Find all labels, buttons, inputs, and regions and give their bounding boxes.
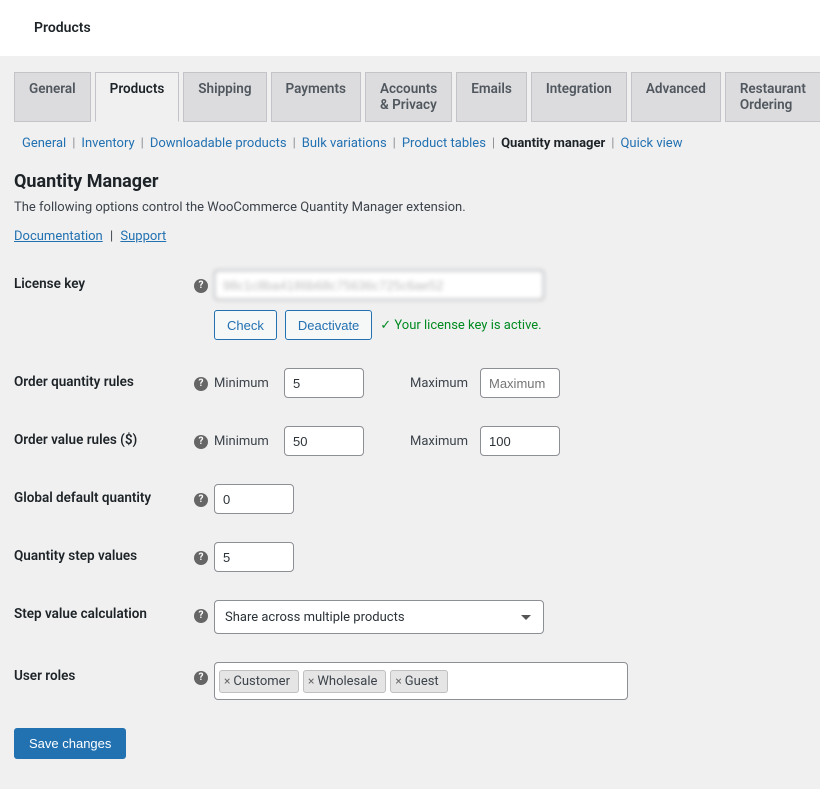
support-link[interactable]: Support: [120, 229, 166, 244]
role-tag-label: Customer: [233, 674, 290, 689]
help-icon[interactable]: ?: [194, 377, 208, 391]
qty-min-input[interactable]: [284, 368, 364, 398]
separator: |: [72, 136, 75, 151]
license-status: Your license key is active.: [380, 318, 541, 333]
label-minimum: Minimum: [214, 434, 276, 449]
label-quantity-step-values: Quantity step values: [14, 542, 194, 564]
user-roles-select[interactable]: × Customer × Wholesale × Guest: [214, 662, 628, 700]
check-button[interactable]: Check: [214, 310, 277, 340]
row-order-quantity-rules: Order quantity rules ? Minimum Maximum: [14, 368, 806, 398]
help-icon[interactable]: ?: [194, 279, 208, 293]
role-tag: × Customer: [219, 670, 299, 693]
subtab-general[interactable]: General: [22, 136, 66, 151]
separator: |: [393, 136, 396, 151]
top-tabs: General Products Shipping Payments Accou…: [14, 72, 806, 122]
separator: |: [492, 136, 495, 151]
tab-accounts-privacy[interactable]: Accounts & Privacy: [365, 72, 452, 122]
label-maximum: Maximum: [410, 434, 472, 449]
documentation-link[interactable]: Documentation: [14, 229, 103, 244]
global-default-input[interactable]: [214, 484, 294, 514]
tab-general[interactable]: General: [14, 72, 91, 122]
section-title: Quantity Manager: [14, 171, 806, 192]
label-minimum: Minimum: [214, 376, 276, 391]
separator: |: [110, 229, 113, 244]
license-key-input[interactable]: [214, 270, 544, 300]
step-value-input[interactable]: [214, 542, 294, 572]
help-icon[interactable]: ?: [194, 435, 208, 449]
subtab-quick-view[interactable]: Quick view: [620, 136, 682, 151]
help-icon-wrap: ?: [194, 270, 214, 293]
tab-restaurant-ordering[interactable]: Restaurant Ordering: [725, 72, 820, 122]
help-icon[interactable]: ?: [194, 671, 208, 685]
deactivate-button[interactable]: Deactivate: [285, 310, 372, 340]
step-calc-select[interactable]: Share across multiple products: [214, 600, 544, 634]
value-min-input[interactable]: [284, 426, 364, 456]
role-tag: × Guest: [390, 670, 447, 693]
label-global-default-quantity: Global default quantity: [14, 484, 194, 506]
subtab-downloadable[interactable]: Downloadable products: [150, 136, 287, 151]
role-tag-label: Wholesale: [317, 674, 377, 689]
qty-max-input[interactable]: [480, 368, 560, 398]
sub-tabs: General | Inventory | Downloadable produ…: [14, 126, 806, 157]
help-icon[interactable]: ?: [194, 493, 208, 507]
tab-payments[interactable]: Payments: [271, 72, 361, 122]
tab-emails[interactable]: Emails: [456, 72, 527, 122]
row-quantity-step-values: Quantity step values ?: [14, 542, 806, 572]
tab-integration[interactable]: Integration: [531, 72, 627, 122]
separator: |: [141, 136, 144, 151]
subtab-quantity-manager: Quantity manager: [501, 136, 605, 151]
remove-tag-icon[interactable]: ×: [395, 674, 401, 688]
role-tag: × Wholesale: [303, 670, 386, 693]
row-order-value-rules: Order value rules ($) ? Minimum Maximum: [14, 426, 806, 456]
label-order-value-rules: Order value rules ($): [14, 426, 194, 448]
settings-panel: General Products Shipping Payments Accou…: [0, 56, 820, 789]
subtab-bulk-variations[interactable]: Bulk variations: [302, 136, 387, 151]
row-user-roles: User roles ? × Customer × Wholesale × Gu…: [14, 662, 806, 700]
tab-advanced[interactable]: Advanced: [631, 72, 721, 122]
tab-shipping[interactable]: Shipping: [183, 72, 266, 122]
subtab-inventory[interactable]: Inventory: [81, 136, 134, 151]
separator: |: [611, 136, 614, 151]
page-title: Products: [0, 0, 820, 56]
separator: |: [293, 136, 296, 151]
remove-tag-icon[interactable]: ×: [224, 674, 230, 688]
help-icon[interactable]: ?: [194, 609, 208, 623]
label-license-key: License key: [14, 270, 194, 292]
help-icon[interactable]: ?: [194, 551, 208, 565]
section-description: The following options control the WooCom…: [14, 200, 806, 215]
label-maximum: Maximum: [410, 376, 472, 391]
row-license-key: License key ? Check Deactivate Your lice…: [14, 270, 806, 340]
row-global-default-quantity: Global default quantity ?: [14, 484, 806, 514]
tab-products[interactable]: Products: [95, 72, 180, 122]
remove-tag-icon[interactable]: ×: [308, 674, 314, 688]
role-tag-label: Guest: [405, 674, 439, 689]
value-max-input[interactable]: [480, 426, 560, 456]
label-step-value-calculation: Step value calculation: [14, 600, 194, 622]
help-links: Documentation | Support: [14, 229, 806, 244]
save-changes-button[interactable]: Save changes: [14, 728, 126, 759]
label-order-quantity-rules: Order quantity rules: [14, 368, 194, 390]
step-calc-selected-value: Share across multiple products: [225, 610, 405, 625]
row-step-value-calculation: Step value calculation ? Share across mu…: [14, 600, 806, 634]
subtab-product-tables[interactable]: Product tables: [402, 136, 486, 151]
